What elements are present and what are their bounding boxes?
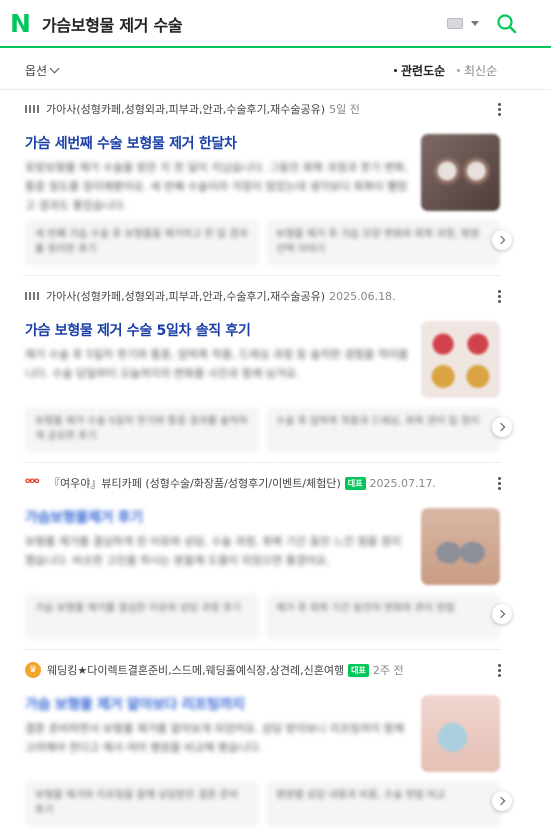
related-post-card[interactable]: 보형물 제거와 리프팅을 함께 상담받은 결혼 준비 후기 (25, 781, 259, 827)
post-date: 5일 전 (329, 103, 360, 116)
post-title[interactable]: 가슴 보형물 제거 수술 5일차 솔직 후기 (25, 320, 251, 340)
related-post-card[interactable]: 가슴 보형물 제거를 결심한 이유와 상담 과정 후기 (25, 594, 259, 640)
divider (23, 462, 501, 463)
cafe-avatar-icon (25, 105, 40, 113)
keyboard-icon[interactable] (447, 18, 463, 29)
result-post: 가아사(성형카페,성형외과,피부과,안과,수술후기,재수술공유) 2025.06… (0, 287, 551, 463)
related-post-card[interactable]: 수술 후 압박복 착용과 드레싱, 회복 관리 팁 정리 (266, 407, 500, 453)
related-post-card[interactable]: 보형물 제거 수술 5일차 붓기와 통증 경과를 솔직하게 공유한 후기 (25, 407, 259, 453)
cafe-name[interactable]: 가아사(성형카페,성형외과,피부과,안과,수술후기,재수술공유) (46, 288, 325, 304)
post-title[interactable]: 가슴보형물제거 후기 (25, 507, 143, 527)
post-thumbnail[interactable] (421, 695, 500, 772)
related-post-card[interactable]: 보형물 제거 후 가슴 모양 변화와 회복 과정, 병원 선택 이야기 (266, 220, 500, 266)
next-arrow-icon[interactable] (492, 417, 512, 437)
search-bar: N 가슴보형물 제거 수술 (0, 0, 551, 48)
post-date: 2025.07.17. (369, 476, 437, 490)
post-snippet[interactable]: 제거 수술 후 5일차 붓기와 통증, 압박복 착용, 드레싱 과정 등 솔직한… (25, 345, 410, 403)
related-post-card[interactable]: 병원별 상담 내용과 비용, 수술 방법 비교 (266, 781, 500, 827)
post-snippet[interactable]: 유방보형물 제거 수술을 받은 지 한 달이 지났습니다. 그동안 회복 과정과… (25, 158, 410, 216)
post-meta: ♛ 웨딩킹★다이렉트결혼준비,스드메,웨딩홀예식장,상견례,신혼여행 대표 2주… (25, 661, 404, 679)
sort-latest[interactable]: 최신순 (457, 62, 497, 79)
search-query[interactable]: 가슴보형물 제거 수술 (42, 12, 183, 36)
post-meta: 가아사(성형카페,성형외과,피부과,안과,수술후기,재수술공유) 2025.06… (25, 287, 396, 305)
dot-icon (457, 69, 460, 72)
sort-relevance-label: 관련도순 (401, 64, 446, 78)
representative-badge: 대표 (348, 663, 369, 677)
result-post: ooo 『여우야』뷰티카페 (성형수술/화장품/성형후기/이벤트/체험단) 대표… (0, 474, 551, 650)
post-thumbnail[interactable] (421, 134, 500, 211)
options-label: 옵션 (25, 64, 48, 78)
naver-logo-icon[interactable]: N (10, 11, 32, 37)
post-thumbnail[interactable] (421, 508, 500, 585)
related-posts: 가슴 보형물 제거를 결심한 이유와 상담 과정 후기 제거 후 회복 기간 동… (25, 594, 500, 640)
post-date: 2025.06.18. (329, 289, 396, 303)
cafe-name[interactable]: 웨딩킹★다이렉트결혼준비,스드메,웨딩홀예식장,상견례,신혼여행 (47, 662, 344, 678)
option-bar: 옵션 관련도순 최신순 (0, 50, 551, 90)
divider (23, 275, 501, 276)
sort-relevance[interactable]: 관련도순 (394, 62, 445, 79)
search-icon[interactable] (496, 13, 517, 34)
post-snippet[interactable]: 결혼 준비하면서 보형물 제거를 알아보게 되었어요. 상담 받아보니 리프팅까… (25, 719, 410, 777)
representative-badge: 대표 (344, 476, 366, 490)
post-title[interactable]: 가슴 세번째 수술 보형물 제거 한달차 (25, 133, 237, 153)
next-arrow-icon[interactable] (492, 791, 512, 811)
related-post-card[interactable]: 제거 후 회복 기간 동안의 변화와 관리 방법 (266, 594, 500, 640)
dot-icon (394, 69, 397, 72)
next-arrow-icon[interactable] (492, 230, 512, 250)
post-title[interactable]: 가슴 보형물 제거 알아보다 리프팅까지 (25, 694, 245, 714)
more-icon[interactable] (498, 290, 501, 305)
result-post: ♛ 웨딩킹★다이렉트결혼준비,스드메,웨딩홀예식장,상견례,신혼여행 대표 2주… (0, 661, 551, 837)
cafe-avatar-icon: ooo (25, 476, 40, 485)
next-arrow-icon[interactable] (492, 604, 512, 624)
caret-down-icon[interactable] (471, 21, 479, 26)
cafe-name[interactable]: 『여우야』뷰티카페 (성형수술/화장품/성형후기/이벤트/체험단) (49, 475, 341, 491)
cafe-name[interactable]: 가아사(성형카페,성형외과,피부과,안과,수술후기,재수술공유) (46, 101, 325, 117)
crown-avatar-icon: ♛ (25, 662, 41, 678)
result-post: 가아사(성형카페,성형외과,피부과,안과,수술후기,재수술공유) 5일 전 가슴… (0, 100, 551, 276)
sort-latest-label: 최신순 (464, 64, 498, 78)
options-button[interactable]: 옵션 (25, 62, 60, 79)
related-posts: 보형물 제거 수술 5일차 붓기와 통증 경과를 솔직하게 공유한 후기 수술 … (25, 407, 500, 453)
related-posts: 세 번째 가슴 수술 후 보형물을 제거하고 한 달 경과를 정리한 후기 보형… (25, 220, 500, 266)
related-posts: 보형물 제거와 리프팅을 함께 상담받은 결혼 준비 후기 병원별 상담 내용과… (25, 781, 500, 827)
divider (23, 649, 501, 650)
more-icon[interactable] (498, 664, 501, 679)
post-meta: ooo 『여우야』뷰티카페 (성형수술/화장품/성형후기/이벤트/체험단) 대표… (25, 474, 436, 492)
post-meta: 가아사(성형카페,성형외과,피부과,안과,수술후기,재수술공유) 5일 전 (25, 100, 360, 118)
related-post-card[interactable]: 세 번째 가슴 수술 후 보형물을 제거하고 한 달 경과를 정리한 후기 (25, 220, 259, 266)
chevron-down-icon (49, 63, 60, 74)
more-icon[interactable] (498, 477, 501, 492)
post-thumbnail[interactable] (421, 321, 500, 398)
post-date: 2주 전 (372, 664, 404, 677)
cafe-avatar-icon (25, 292, 40, 300)
more-icon[interactable] (498, 103, 501, 118)
post-snippet[interactable]: 보형물 제거를 결심하게 된 이유와 상담, 수술 과정, 회복 기간 동안 느… (25, 532, 410, 590)
